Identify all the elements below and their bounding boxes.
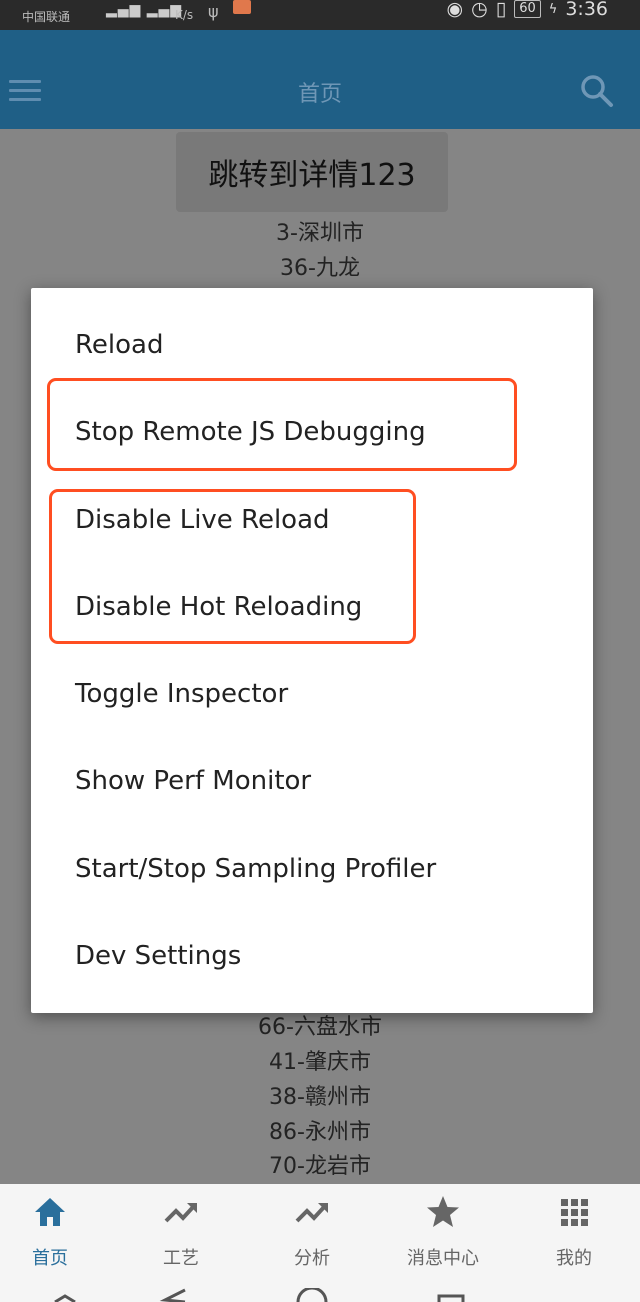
tab-messages[interactable]: 消息中心 bbox=[403, 1194, 483, 1270]
menu-item-disable-hot-reloading[interactable]: Disable Hot Reloading bbox=[75, 592, 362, 622]
page-title: 首页 bbox=[297, 82, 342, 107]
menu-item-toggle-inspector[interactable]: Toggle Inspector bbox=[75, 679, 288, 709]
usb-icon: ψ bbox=[208, 2, 219, 21]
system-nav-bar bbox=[54, 1288, 465, 1302]
menu-item-reload[interactable]: Reload bbox=[75, 330, 163, 360]
menu-item-disable-live-reload[interactable]: Disable Live Reload bbox=[75, 505, 330, 535]
menu-item-show-perf-monitor[interactable]: Show Perf Monitor bbox=[75, 766, 311, 796]
battery-icon: 60 bbox=[514, 0, 541, 18]
app-bar: 首页 bbox=[0, 30, 640, 129]
tab-label: 分析 bbox=[294, 1248, 330, 1269]
charging-icon: ϟ bbox=[548, 1, 558, 17]
home-icon bbox=[35, 1198, 65, 1226]
search-icon[interactable] bbox=[580, 74, 614, 108]
tab-home[interactable]: 首页 bbox=[10, 1194, 90, 1270]
net-speed: K/s bbox=[175, 8, 194, 22]
grid-icon bbox=[561, 1199, 588, 1226]
status-bar: 中国联通 ▂▄▆ ▂▄▆ K/s ψ ◉ ◷ ▯ 60 ϟ 3:36 bbox=[0, 0, 640, 30]
signal-icon: ▂▄▆ ▂▄▆ bbox=[106, 2, 183, 18]
tab-label: 首页 bbox=[32, 1248, 68, 1269]
trend-icon bbox=[164, 1203, 197, 1223]
star-icon bbox=[427, 1196, 459, 1227]
tab-label: 工艺 bbox=[163, 1248, 199, 1269]
menu-item-sampling-profiler[interactable]: Start/Stop Sampling Profiler bbox=[75, 854, 436, 884]
eye-icon: ◉ bbox=[446, 0, 464, 20]
tab-label: 我的 bbox=[556, 1248, 592, 1269]
app-notification-icon bbox=[233, 0, 251, 14]
carrier-label: 中国联通 bbox=[22, 10, 71, 24]
tab-mine[interactable]: 我的 bbox=[534, 1194, 614, 1270]
tab-analysis[interactable]: 分析 bbox=[272, 1194, 352, 1270]
trend-icon bbox=[295, 1203, 328, 1223]
menu-item-dev-settings[interactable]: Dev Settings bbox=[75, 941, 241, 971]
vibrate-icon: ▯ bbox=[495, 0, 507, 20]
bottom-tab-bar: 首页 工艺 分析 消息中心 我的 bbox=[0, 1184, 640, 1302]
status-icons: ◉ ◷ ▯ 60 ϟ 3:36 bbox=[447, 0, 608, 20]
dev-menu-dialog: Reload Stop Remote JS Debugging Disable … bbox=[31, 288, 593, 1013]
tab-label: 消息中心 bbox=[407, 1248, 479, 1269]
menu-item-stop-remote-debugging[interactable]: Stop Remote JS Debugging bbox=[75, 417, 426, 447]
tab-craft[interactable]: 工艺 bbox=[141, 1194, 221, 1270]
clock-time: 3:36 bbox=[565, 0, 608, 20]
alarm-icon: ◷ bbox=[471, 0, 488, 20]
